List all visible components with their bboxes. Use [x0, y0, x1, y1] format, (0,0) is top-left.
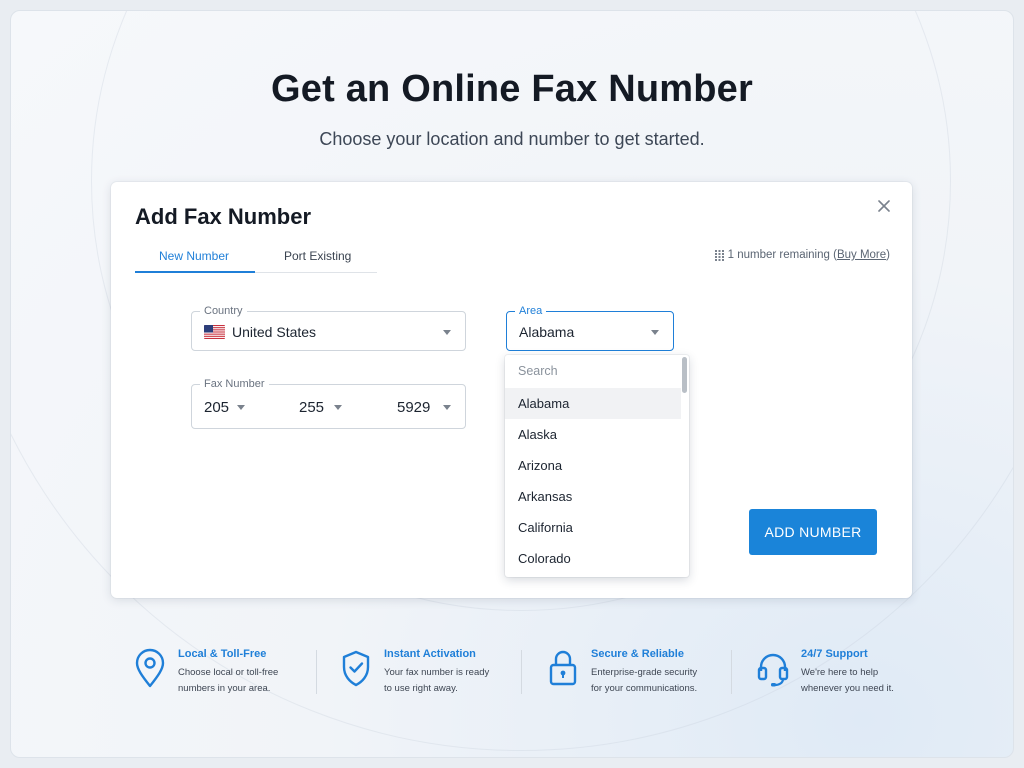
- area-dropdown: Alabama Alaska Arizona Arkansas Californ…: [505, 355, 689, 577]
- page-subtitle: Choose your location and number to get s…: [319, 129, 705, 149]
- shield-check-icon: [342, 650, 370, 687]
- lock-icon: [549, 650, 577, 686]
- feature-support: 24/7 Support We're here to help whenever …: [757, 648, 919, 696]
- country-select[interactable]: Country United States: [191, 304, 466, 351]
- tab-bar: New Number Port Existing: [135, 240, 377, 273]
- feature-local-toll-free: Local & Toll-Free Choose local or toll-f…: [134, 648, 296, 696]
- fax-area-code-select[interactable]: 205: [204, 399, 229, 416]
- remaining-text: 1 number remaining (: [727, 249, 837, 261]
- fax-number-label: Fax Number: [200, 377, 269, 391]
- fax-line-select[interactable]: 5929: [397, 399, 430, 416]
- numbers-remaining: 1 number remaining (Buy More): [714, 249, 890, 261]
- feature-title: Local & Toll-Free: [178, 648, 267, 660]
- feature-divider: [731, 650, 732, 694]
- feature-divider: [521, 650, 522, 694]
- active-tab-indicator: [135, 271, 255, 273]
- feature-desc: Enterprise-grade security for your commun…: [591, 665, 709, 696]
- feature-title: Secure & Reliable: [591, 648, 684, 660]
- area-option-arizona[interactable]: Arizona: [505, 450, 681, 481]
- area-select[interactable]: Area Alabama: [506, 304, 674, 351]
- area-label: Area: [515, 304, 547, 318]
- close-icon[interactable]: [874, 196, 894, 216]
- feature-desc-line: Your fax number is ready: [384, 667, 490, 678]
- feature-desc: Choose local or toll-free numbers in your…: [178, 665, 296, 696]
- features-row: Local & Toll-Free Choose local or toll-f…: [0, 640, 1024, 700]
- country-label: Country: [200, 304, 247, 318]
- feature-desc-line: We're here to help: [801, 667, 879, 678]
- feature-desc-line: to use right away.: [384, 682, 458, 694]
- chevron-down-icon: [651, 330, 659, 335]
- location-pin-icon: [135, 648, 165, 688]
- feature-title: 24/7 Support: [801, 648, 868, 660]
- feature-instant-activation: Instant Activation Your fax number is re…: [340, 648, 502, 696]
- tab-port-existing[interactable]: Port Existing: [284, 249, 351, 263]
- chevron-down-icon[interactable]: [237, 405, 245, 410]
- fax-prefix-select[interactable]: 255: [299, 399, 324, 416]
- area-value: Alabama: [519, 324, 575, 340]
- chevron-down-icon: [443, 330, 451, 335]
- fax-number-field: Fax Number 205 255 5929: [191, 377, 466, 429]
- feature-desc: Your fax number is ready to use right awa…: [384, 665, 502, 696]
- area-option-colorado[interactable]: Colorado: [505, 543, 681, 574]
- feature-desc-line: numbers in your area.: [178, 682, 271, 694]
- feature-desc-line: Choose local or toll-free: [178, 667, 279, 678]
- area-search-input[interactable]: [505, 355, 681, 387]
- feature-desc: We're here to help whenever you need it.: [801, 665, 919, 696]
- area-option-alaska[interactable]: Alaska: [505, 419, 681, 450]
- remaining-close: ): [886, 249, 890, 261]
- us-flag-icon: [204, 325, 225, 339]
- modal-title: Add Fax Number: [135, 204, 312, 229]
- page-title: Get an Online Fax Number: [270, 68, 753, 110]
- headset-icon: [757, 653, 789, 687]
- chevron-down-icon[interactable]: [443, 405, 451, 410]
- chevron-down-icon[interactable]: [334, 405, 342, 410]
- feature-desc-line: Enterprise-grade security: [591, 667, 698, 678]
- area-option-california[interactable]: California: [505, 512, 681, 543]
- dropdown-scrollbar[interactable]: [682, 357, 687, 393]
- country-value: United States: [232, 324, 317, 340]
- feature-title: Instant Activation: [384, 648, 476, 660]
- area-option-arkansas[interactable]: Arkansas: [505, 481, 681, 512]
- area-option-alabama[interactable]: Alabama: [505, 388, 681, 419]
- area-options-list: Alabama Alaska Arizona Arkansas Californ…: [505, 388, 681, 574]
- add-number-button[interactable]: ADD NUMBER: [749, 509, 877, 555]
- buy-more-link[interactable]: Buy More: [837, 249, 886, 261]
- feature-secure-reliable: Secure & Reliable Enterprise-grade secur…: [547, 648, 709, 696]
- feature-desc-line: whenever you need it.: [801, 682, 894, 694]
- feature-divider: [316, 650, 317, 694]
- tab-new-number[interactable]: New Number: [159, 249, 229, 263]
- grid-dots-icon: [714, 249, 724, 261]
- add-fax-number-modal: Add Fax Number New Number Port Existing …: [111, 182, 912, 598]
- feature-desc-line: for your communications.: [591, 682, 698, 694]
